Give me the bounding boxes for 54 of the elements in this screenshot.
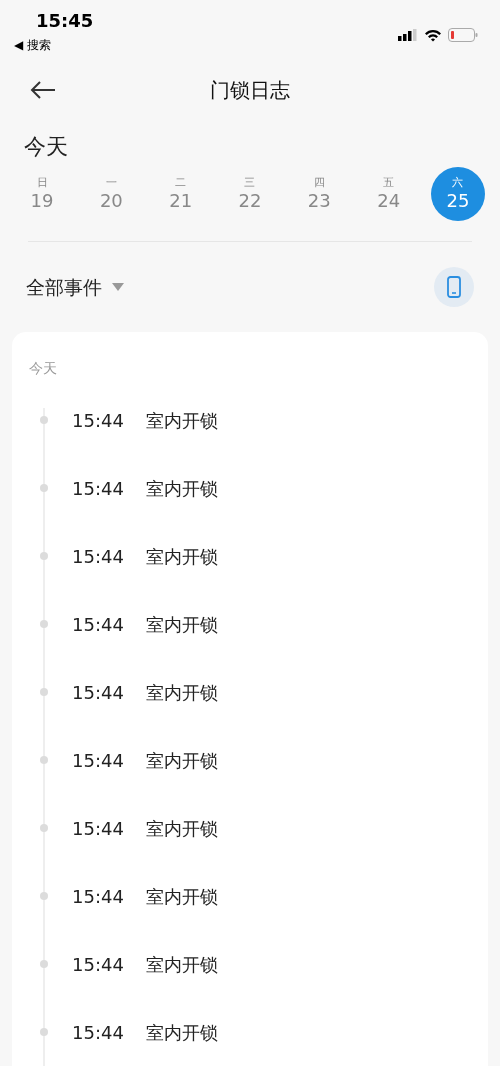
clock-time: 15:45: [35, 10, 94, 32]
weekday-label: 日: [36, 176, 48, 191]
calendar-day[interactable]: 五 24: [361, 167, 416, 222]
event-description: 室内开锁: [146, 544, 218, 569]
event-description: 室内开锁: [146, 408, 218, 433]
event-description: 室内开锁: [146, 680, 218, 705]
day-number: 22: [238, 190, 262, 213]
signal-icon: [398, 29, 418, 41]
calendar-day[interactable]: 四 23: [292, 167, 347, 222]
calendar-day[interactable]: 日 19: [15, 167, 69, 222]
event-time: 15:44: [72, 544, 125, 569]
device-button[interactable]: [434, 267, 474, 308]
event-description: 室内开锁: [146, 612, 218, 637]
event-time: 15:44: [72, 408, 125, 433]
calendar-day[interactable]: 六 25: [430, 167, 485, 222]
phone-icon: [447, 276, 461, 299]
event-time: 15:44: [72, 748, 125, 773]
event-time: 15:44: [72, 476, 125, 501]
calendar-day[interactable]: 二 21: [153, 167, 208, 222]
weekday-label: 六: [452, 176, 464, 191]
day-number: 21: [169, 190, 193, 213]
event-time: 15:44: [72, 612, 125, 637]
weekday-label: 一: [105, 176, 117, 191]
day-number: 23: [307, 190, 331, 213]
event-description: 室内开锁: [146, 816, 218, 841]
event-description: 室内开锁: [146, 476, 218, 501]
caret-icon: [112, 283, 124, 292]
section-label: 今天: [29, 359, 58, 378]
event-time: 15:44: [72, 680, 125, 705]
calendar-day[interactable]: 一 20: [84, 167, 139, 222]
weekday-label: 四: [313, 176, 325, 191]
wifi-icon: [424, 28, 442, 42]
weekday-label: 五: [383, 176, 395, 191]
back-arrow-icon: [30, 79, 56, 100]
battery-icon: [448, 28, 478, 42]
weekday-label: 二: [175, 176, 187, 191]
event-time: 15:44: [72, 884, 125, 909]
event-time: 15:44: [72, 952, 125, 977]
day-number: 19: [30, 190, 54, 213]
event-description: 室内开锁: [146, 952, 218, 977]
day-number: 25: [446, 190, 470, 213]
day-number: 20: [99, 190, 123, 213]
calendar-day[interactable]: 三 22: [223, 167, 277, 222]
event-filter-dropdown[interactable]: 全部事件: [26, 272, 124, 302]
page-title: 门锁日志: [210, 76, 290, 104]
event-description: 室内开锁: [146, 1020, 218, 1045]
event-description: 室内开锁: [146, 884, 218, 909]
event-description: 室内开锁: [146, 748, 218, 773]
weekday-label: 三: [244, 176, 256, 191]
day-number: 24: [377, 190, 401, 213]
event-time: 15:44: [72, 1020, 125, 1045]
date-heading: 今天: [24, 133, 68, 162]
event-time: 15:44: [72, 816, 125, 841]
back-to-app-link[interactable]: ◀ 搜索: [14, 36, 94, 54]
